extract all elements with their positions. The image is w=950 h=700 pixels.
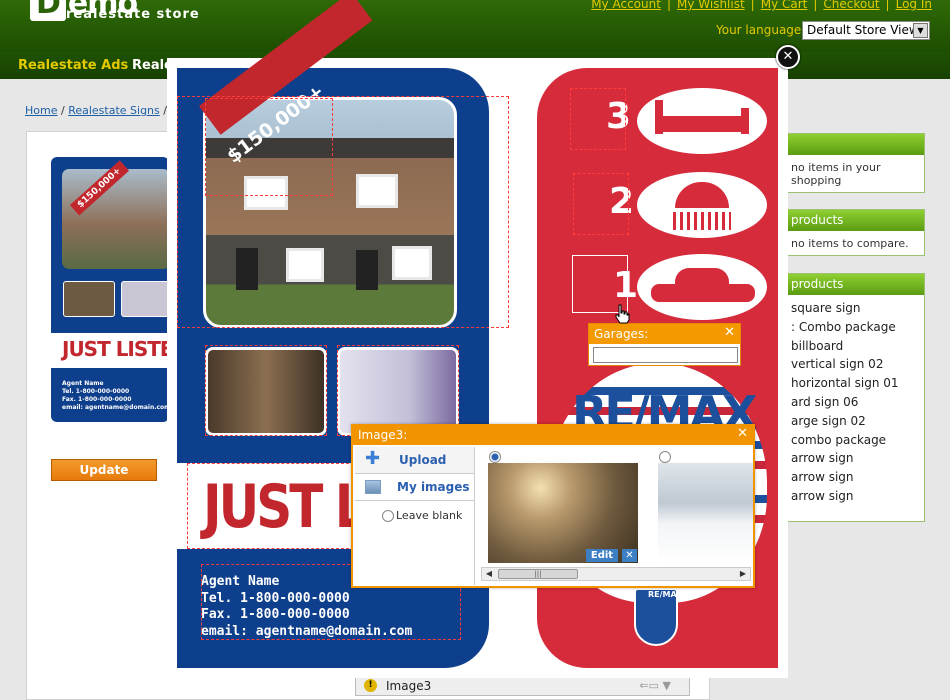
bed-icon-foot bbox=[741, 108, 749, 134]
close-icon[interactable]: ✕ bbox=[737, 426, 748, 441]
thumb-agent-info: Agent Name Tel. 1-800-000-0000 Fax. 1-80… bbox=[62, 380, 169, 411]
logo-letter: D bbox=[30, 0, 66, 21]
photo-3-region[interactable] bbox=[337, 345, 459, 436]
breadcrumb-realestate-signs[interactable]: Realestate Signs bbox=[68, 104, 160, 117]
my-cart-link[interactable]: My Cart bbox=[761, 0, 808, 11]
compare-sidebar: products no items to compare. bbox=[778, 209, 925, 256]
scrollbar-thumb[interactable]: ||| bbox=[498, 569, 578, 579]
thumb-photo-3 bbox=[121, 281, 169, 317]
account-links: My Account | My Wishlist | My Cart | Checkout |… bbox=[591, 0, 932, 11]
shower-icon-head bbox=[675, 182, 729, 208]
close-icon[interactable]: ✕ bbox=[724, 325, 735, 340]
leave-blank-label: Leave blank bbox=[396, 509, 463, 522]
scroll-left-icon[interactable]: ◀ bbox=[482, 568, 496, 580]
link-separator: | bbox=[813, 0, 818, 11]
images-icon bbox=[365, 480, 381, 494]
product-link[interactable]: : Combo package bbox=[791, 320, 924, 339]
log-in-link[interactable]: Log In bbox=[896, 0, 932, 11]
logo-subtitle: realestate store bbox=[66, 7, 200, 22]
image3-field-row[interactable]: ! Image3 ⇐▭ ▼ bbox=[355, 676, 690, 696]
breadcrumb: Home / Realestate Signs / Re bbox=[25, 104, 184, 117]
leave-blank-radio[interactable] bbox=[382, 510, 394, 522]
scroll-right-icon[interactable]: ▶ bbox=[736, 568, 750, 580]
product-link[interactable]: arrow sign bbox=[791, 489, 924, 508]
car-icon bbox=[637, 254, 767, 320]
product-link[interactable]: arrow sign bbox=[791, 470, 924, 489]
bedrooms-region[interactable] bbox=[570, 88, 626, 150]
product-link[interactable]: horizontal sign 01 bbox=[791, 376, 924, 395]
bed-icon-body bbox=[659, 116, 747, 132]
product-link[interactable]: ard sign 06 bbox=[791, 395, 924, 414]
upload-label: Upload bbox=[399, 453, 447, 467]
products-list: square sign : Combo package billboard ve… bbox=[779, 295, 924, 508]
update-preview-button[interactable]: Update preview bbox=[51, 459, 157, 497]
sign-preview-thumbnail[interactable]: $150,000+ JUST LISTED Agent Name Tel. 1-… bbox=[51, 157, 169, 422]
thumb-photo-2 bbox=[63, 281, 115, 317]
cart-text: no items in your shopping bbox=[791, 161, 881, 187]
image-gallery: Edit ✕ ◀ ||| ▶ bbox=[479, 447, 753, 585]
row-tools-icon[interactable]: ⇐▭ ▼ bbox=[639, 679, 671, 692]
product-link[interactable]: billboard bbox=[791, 339, 924, 358]
link-separator: | bbox=[666, 0, 671, 11]
garages-input[interactable] bbox=[593, 347, 738, 363]
compare-text: no items to compare. bbox=[791, 237, 909, 250]
close-icon[interactable]: ✕ bbox=[776, 45, 800, 69]
image3-chooser-popup: Image3: ✕ ✚ Upload My images Leave blank… bbox=[351, 424, 755, 588]
remax-basket-text: RE/MAX bbox=[648, 590, 683, 599]
cart-heading bbox=[779, 134, 924, 155]
delete-image-button[interactable]: ✕ bbox=[622, 549, 637, 562]
language-select[interactable]: Default Store View ▼ bbox=[802, 21, 930, 40]
product-link[interactable]: vertical sign 02 bbox=[791, 357, 924, 376]
thumb-house-photo bbox=[62, 169, 169, 269]
tab-my-images[interactable]: My images bbox=[355, 474, 474, 501]
garages-popup-title: Garages: bbox=[589, 324, 740, 344]
image-source-tabs: ✚ Upload My images Leave blank bbox=[355, 447, 475, 585]
link-separator: | bbox=[750, 0, 755, 11]
bathrooms-region[interactable] bbox=[573, 173, 629, 235]
bed-icon bbox=[637, 88, 767, 154]
product-link[interactable]: arge sign 02 bbox=[791, 414, 924, 433]
image3-row-label: Image3 bbox=[386, 679, 432, 693]
link-separator: | bbox=[885, 0, 890, 11]
thumb-just-listed: JUST LISTED bbox=[62, 337, 169, 361]
products-heading: products bbox=[779, 274, 924, 295]
shower-icon bbox=[637, 172, 767, 238]
compare-heading: products bbox=[779, 210, 924, 231]
garages-edit-popup: Garages: ✕ bbox=[588, 323, 741, 366]
my-account-link[interactable]: My Account bbox=[591, 0, 661, 11]
image-select-radio[interactable] bbox=[489, 451, 501, 463]
breadcrumb-home[interactable]: Home bbox=[25, 104, 57, 117]
bed-icon-head bbox=[655, 100, 663, 134]
hand-cursor-icon bbox=[615, 304, 630, 324]
product-link[interactable]: square sign bbox=[791, 301, 924, 320]
my-wishlist-link[interactable]: My Wishlist bbox=[677, 0, 745, 11]
car-icon-body bbox=[651, 284, 755, 302]
chevron-down-icon[interactable]: ▼ bbox=[913, 23, 928, 38]
price-text-region[interactable] bbox=[205, 98, 333, 196]
product-link[interactable]: arrow sign bbox=[791, 451, 924, 470]
edit-image-button[interactable]: Edit bbox=[586, 549, 618, 562]
gallery-scrollbar[interactable]: ◀ ||| ▶ bbox=[481, 567, 751, 581]
store-logo[interactable]: Demo realestate store bbox=[30, 0, 199, 30]
header: Demo realestate store My Account | My Wish… bbox=[0, 0, 950, 52]
product-link[interactable]: combo package bbox=[791, 433, 924, 452]
warning-icon: ! bbox=[364, 679, 377, 692]
language-value: Default Store View bbox=[807, 23, 919, 37]
shower-icon-spray bbox=[673, 212, 731, 230]
gallery-image-bedroom[interactable] bbox=[488, 463, 638, 563]
products-sidebar: products square sign : Combo package bil… bbox=[778, 273, 925, 522]
image3-popup-title: Image3: bbox=[353, 426, 753, 445]
tab-upload[interactable]: ✚ Upload bbox=[355, 447, 474, 474]
image-select-radio[interactable] bbox=[659, 451, 671, 463]
nav-item-realestate-ads[interactable]: Realestate Ads bbox=[18, 58, 128, 73]
gallery-image-snow-house[interactable] bbox=[658, 463, 753, 563]
cart-sidebar: no items in your shopping bbox=[778, 133, 925, 193]
plus-icon: ✚ bbox=[365, 448, 381, 469]
language-label: Your language bbox=[716, 23, 802, 37]
my-images-label: My images bbox=[397, 480, 470, 494]
photo-2-region[interactable] bbox=[205, 345, 327, 436]
checkout-link[interactable]: Checkout bbox=[823, 0, 879, 11]
